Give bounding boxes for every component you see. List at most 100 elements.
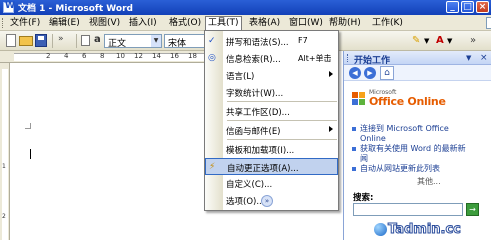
text-cursor (30, 149, 31, 159)
menu-separator (227, 120, 337, 121)
ruler-mark: 12 (134, 52, 143, 60)
watermark: Tadmin.cc (374, 220, 491, 240)
ruler-mark: 10 (116, 52, 125, 60)
link-latest-news-cont[interactable]: 闻 (360, 154, 368, 164)
tools-menu: ✓ 拼写和语法(S)... F7 ◎ 信息检索(R)... Alt+单击 语言(… (204, 30, 339, 211)
back-arrow-icon[interactable]: ◀ (349, 67, 361, 79)
toolbar-separator (76, 34, 77, 48)
pane-close-icon[interactable]: × (480, 53, 488, 63)
word-app-icon[interactable] (3, 1, 15, 13)
menu-item-research[interactable]: ◎ 信息检索(R)... Alt+单击 (205, 50, 338, 67)
menu-file[interactable]: 文件(F) (8, 17, 42, 30)
menu-work[interactable]: 工作(K) (370, 17, 405, 30)
menu-item-label: 信函与邮件(E) (226, 127, 281, 137)
menu-item-label: 语言(L) (226, 72, 255, 82)
margin-corner-mark (25, 123, 31, 129)
menu-format[interactable]: 格式(O) (167, 17, 203, 30)
close-button[interactable]: × (476, 1, 489, 13)
more-link[interactable]: 其他... (417, 176, 441, 187)
pane-grip[interactable] (347, 54, 350, 62)
font-select-value: 宋体 (168, 39, 187, 49)
maximize-button[interactable]: □ (461, 1, 474, 13)
menu-item-letters-mailings[interactable]: 信函与邮件(E) (205, 122, 338, 139)
research-icon: ◎ (208, 53, 216, 63)
menu-separator (227, 139, 337, 140)
menu-tools[interactable]: 工具(T) (205, 16, 242, 31)
office-online-logo[interactable]: Microsoft Office Online (352, 89, 446, 111)
bullet-icon (352, 167, 356, 171)
menu-item-options[interactable]: 选项(O)... (205, 192, 264, 209)
menu-item-customize[interactable]: 自定义(C)... (205, 175, 338, 192)
menu-item-label: 模板和加载项(I)... (226, 146, 295, 156)
menu-item-autocorrect-options[interactable]: ⚡ 自动更正选项(A)... (205, 158, 338, 175)
expand-menu-icon[interactable]: » (261, 195, 273, 207)
search-label: 搜索: (353, 193, 374, 203)
search-go-icon[interactable]: → (466, 203, 479, 216)
new-document-icon[interactable] (6, 34, 16, 47)
chevron-down-icon[interactable]: ▼ (447, 34, 452, 48)
minimize-button[interactable]: _ (446, 1, 459, 13)
task-pane-nav: ◀ ▶ ⌂ (344, 65, 491, 81)
ruler-mark: 8 (100, 52, 105, 60)
watermark-text: Tadmin.cc (388, 222, 462, 238)
document-icon[interactable] (81, 35, 90, 46)
bullet-icon (352, 127, 356, 131)
submenu-arrow-icon (329, 126, 333, 132)
menu-item-label: 自动更正选项(A)... (227, 164, 299, 174)
ruler-mark: 14 (152, 52, 161, 60)
ruler-mark: 16 (170, 52, 179, 60)
font-color-icon[interactable]: A (436, 34, 444, 48)
style-select[interactable]: 正文 ▼ (104, 34, 162, 49)
help-question-box[interactable] (486, 17, 491, 29)
bullet-icon (352, 147, 356, 151)
title-bar: 文档 1 - Microsoft Word _ □ × (0, 0, 491, 15)
menu-window[interactable]: 窗口(W) (287, 17, 325, 30)
task-pane-header: 开始工作 ▼ × (344, 51, 491, 66)
vertical-ruler[interactable]: 1 2 (0, 63, 10, 240)
link-connect-office-online-cont[interactable]: Online (360, 134, 386, 144)
save-icon[interactable] (35, 34, 47, 47)
toolbar-overflow-icon[interactable]: » (58, 34, 72, 47)
menu-item-language[interactable]: 语言(L) (205, 67, 338, 84)
document-area[interactable] (11, 63, 206, 240)
menu-item-label: 自定义(C)... (226, 180, 273, 190)
menu-help[interactable]: 帮助(H) (327, 17, 363, 30)
ruler-mark: 6 (82, 52, 87, 60)
menu-item-label: 字数统计(W)... (226, 89, 284, 99)
menu-item-templates-addins[interactable]: 模板和加载项(I)... (205, 141, 338, 158)
link-latest-news[interactable]: 获取有关使用 Word 的最新新 (360, 144, 466, 154)
pane-dropdown-icon[interactable]: ▼ (466, 53, 471, 63)
highlight-icon[interactable]: ✎ (412, 34, 420, 48)
menu-item-word-count[interactable]: 字数统计(W)... (205, 84, 338, 101)
ruler-mark: 2 (46, 52, 51, 60)
open-folder-icon[interactable] (19, 36, 33, 46)
autocorrect-icon: ⚡ (209, 162, 216, 172)
watermark-globe-icon (374, 223, 387, 236)
toolbar-separator (52, 34, 53, 48)
chevron-down-icon[interactable]: ▼ (151, 35, 161, 47)
forward-arrow-icon[interactable]: ▶ (364, 67, 376, 79)
chevron-down-icon[interactable]: ▼ (424, 34, 429, 48)
link-connect-office-online[interactable]: 连接到 Microsoft Office (360, 124, 449, 134)
font-select[interactable]: 宋体 (164, 34, 204, 49)
menubar-grip[interactable] (2, 18, 5, 28)
menu-edit[interactable]: 编辑(E) (47, 17, 82, 30)
menu-item-spelling-grammar[interactable]: ✓ 拼写和语法(S)... F7 (205, 33, 338, 50)
menu-view[interactable]: 视图(V) (87, 17, 122, 30)
styles-formatting-icon[interactable]: a (94, 34, 101, 45)
menu-item-shared-workspace[interactable]: 共享工作区(D)... (205, 103, 338, 120)
search-input[interactable] (353, 203, 463, 216)
menu-table[interactable]: 表格(A) (247, 17, 282, 30)
horizontal-ruler[interactable]: 2 4 6 8 10 12 14 16 18 20 (0, 51, 220, 63)
toolbar-overflow-icon[interactable]: » (470, 34, 476, 48)
ruler-mark: 1 (2, 163, 6, 170)
style-select-value: 正文 (108, 39, 127, 49)
link-auto-update[interactable]: 自动从网站更新此列表 (360, 164, 440, 174)
task-pane: 开始工作 ▼ × ◀ ▶ ⌂ Microsoft Office Online 连… (343, 51, 491, 240)
menu-item-label: 选项(O)... (226, 197, 265, 207)
menu-insert[interactable]: 插入(I) (127, 17, 159, 30)
home-icon[interactable]: ⌂ (380, 66, 394, 80)
ruler-mark: 4 (64, 52, 69, 60)
menu-item-label: 拼写和语法(S)... (226, 38, 289, 48)
menu-item-label: 共享工作区(D)... (226, 108, 290, 118)
